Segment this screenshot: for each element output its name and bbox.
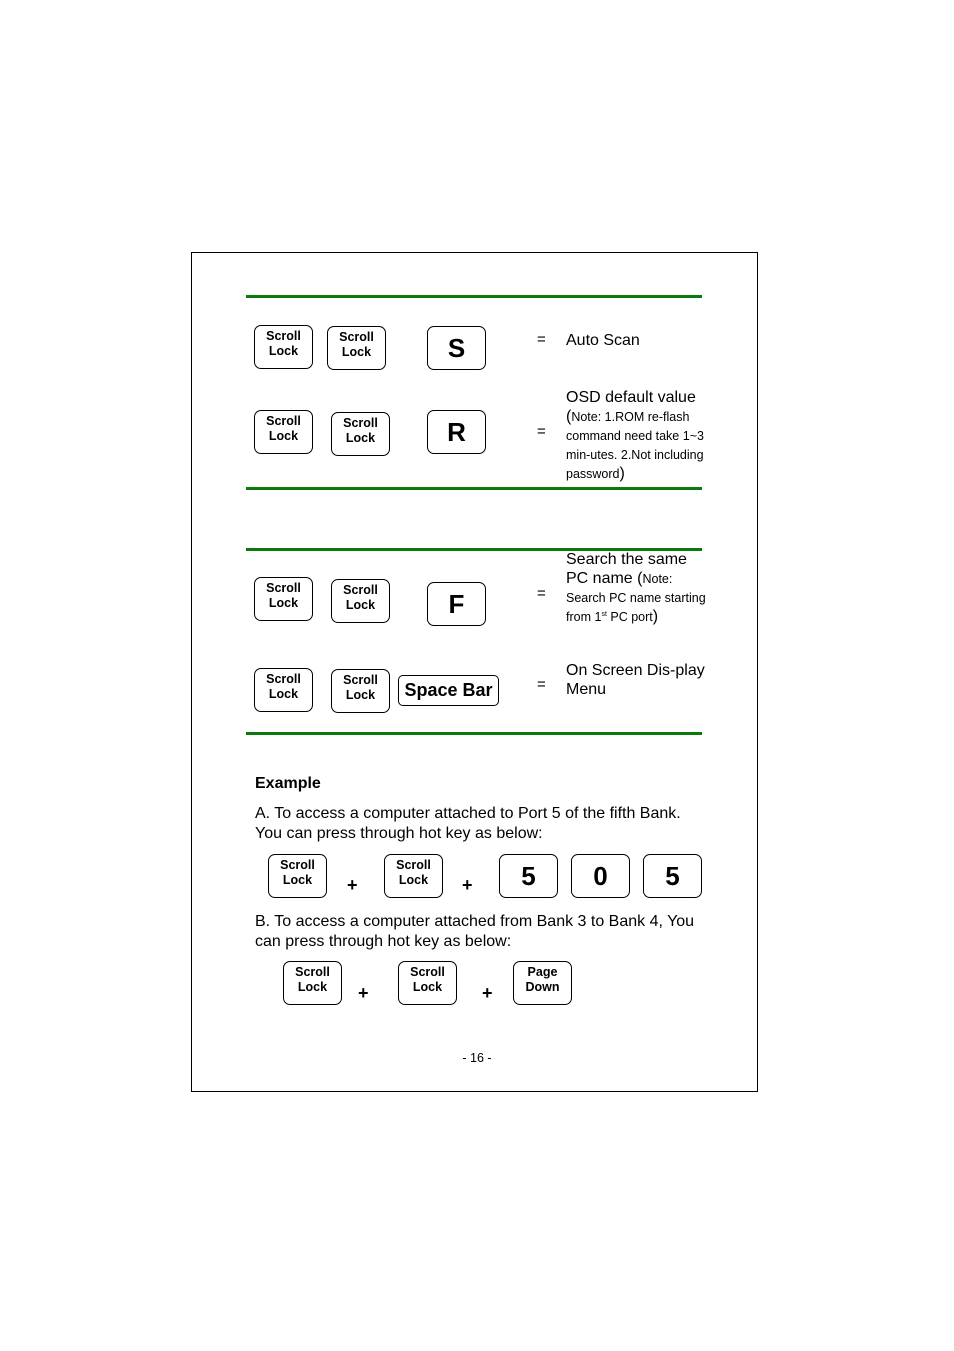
page-down-key: Page Down — [513, 961, 572, 1005]
plus-sign: + — [358, 983, 369, 1003]
equals-sign: = — [537, 585, 546, 602]
plus-sign: + — [462, 875, 473, 895]
scroll-lock-key: Scroll Lock — [254, 325, 313, 369]
page-number: - 16 - — [462, 1051, 492, 1065]
plus-sign: + — [347, 875, 358, 895]
example-b-line-2: can press through hot key as below: — [255, 933, 512, 950]
action-search-pc-name: Search the same PC name (Note: Search PC… — [566, 551, 706, 626]
space-bar-key: Space Bar — [398, 675, 499, 706]
table-bottom-rule — [246, 487, 702, 490]
scroll-lock-key: Scroll Lock — [331, 579, 390, 623]
r-key: R — [427, 410, 486, 454]
action-osd-default: OSD default value (Note: 1.ROM re-flash … — [566, 389, 704, 482]
s-key: S — [427, 326, 486, 370]
scroll-lock-key: Scroll Lock — [327, 326, 386, 370]
example-heading: Example — [255, 775, 321, 792]
equals-sign: = — [537, 331, 546, 348]
action-auto-scan: Auto Scan — [566, 332, 640, 349]
digit-5-key: 5 — [643, 854, 702, 898]
scroll-lock-key: Scroll Lock — [384, 854, 443, 898]
f-key: F — [427, 582, 486, 626]
scroll-lock-key: Scroll Lock — [398, 961, 457, 1005]
note-text: Note: 1.ROM re-flash command need take 1… — [566, 410, 704, 481]
equals-sign: = — [537, 676, 546, 693]
scroll-lock-key: Scroll Lock — [331, 669, 390, 713]
equals-sign: = — [537, 423, 546, 440]
plus-sign: + — [482, 983, 493, 1003]
example-a-line-1: A. To access a computer attached to Port… — [255, 805, 681, 822]
scroll-lock-key: Scroll Lock — [254, 668, 313, 712]
digit-5-key: 5 — [499, 854, 558, 898]
example-b-line-1: B. To access a computer attached from Ba… — [255, 913, 695, 930]
table-top-rule — [246, 295, 702, 298]
action-osd-menu: On Screen Dis-play Menu — [566, 662, 705, 698]
example-a-line-2: You can press through hot key as below: — [255, 825, 543, 842]
scroll-lock-key: Scroll Lock — [331, 412, 390, 456]
scroll-lock-key: Scroll Lock — [254, 577, 313, 621]
scroll-lock-key: Scroll Lock — [254, 410, 313, 454]
digit-0-key: 0 — [571, 854, 630, 898]
scroll-lock-key: Scroll Lock — [268, 854, 327, 898]
scroll-lock-key: Scroll Lock — [283, 961, 342, 1005]
table-bottom-rule — [246, 732, 702, 735]
